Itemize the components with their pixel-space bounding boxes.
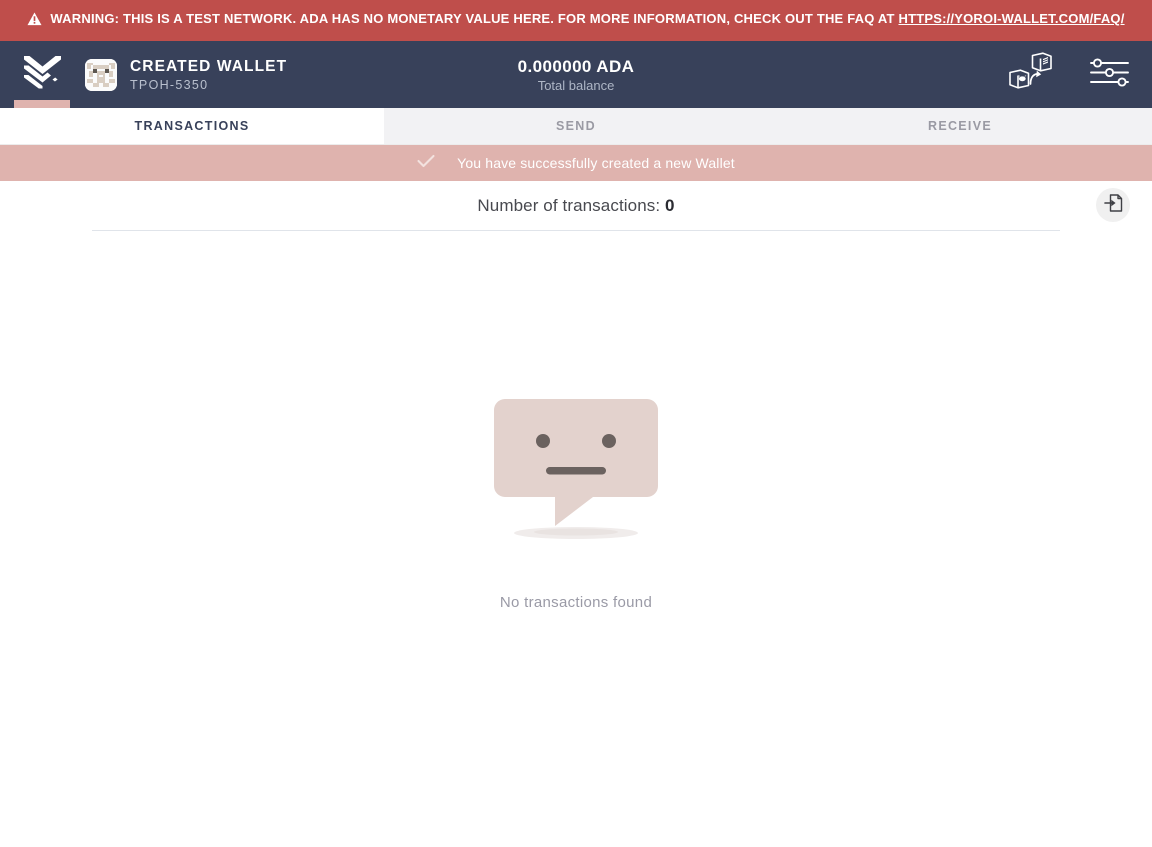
notification-message: You have successfully created a new Wall… (457, 155, 735, 171)
wallet-tabs: TRANSACTIONS SEND RECEIVE (0, 108, 1152, 145)
neutral-face-speech-bubble-icon (491, 396, 661, 546)
balance-amount: 0.000000 ADA (517, 56, 635, 76)
active-section-indicator (14, 100, 70, 108)
warning-text: WARNING: THIS IS A TEST NETWORK. ADA HAS… (50, 11, 899, 26)
transaction-count-value: 0 (665, 195, 675, 215)
warning-triangle-icon (27, 11, 42, 32)
switch-wallet-icon (1008, 51, 1053, 98)
export-transactions-button[interactable] (1096, 188, 1130, 222)
settings-sliders-icon (1089, 57, 1130, 92)
test-network-warning-banner: WARNING: THIS IS A TEST NETWORK. ADA HAS… (0, 0, 1152, 41)
wallet-name: CREATED WALLET (130, 57, 288, 75)
header-actions (1008, 41, 1130, 108)
transaction-count-row: Number of transactions: 0 (0, 181, 1152, 230)
tab-receive[interactable]: RECEIVE (768, 108, 1152, 144)
yoroi-logo-button[interactable] (0, 41, 85, 108)
transactions-panel: Number of transactions: 0 No transaction… (0, 181, 1152, 836)
empty-state-message: No transactions found (499, 594, 653, 611)
transaction-count: Number of transactions: 0 (477, 196, 674, 216)
switch-wallet-button[interactable] (1008, 51, 1053, 98)
check-icon (417, 154, 435, 173)
settings-button[interactable] (1089, 57, 1130, 92)
transaction-count-label: Number of transactions: (477, 195, 661, 215)
wallet-ticker: TPOH-5350 (130, 77, 209, 92)
empty-transactions-state: No transactions found (0, 231, 1152, 611)
success-notification: You have successfully created a new Wall… (0, 145, 1152, 181)
export-document-icon (1103, 193, 1123, 218)
faq-link[interactable]: HTTPS://YOROI-WALLET.COM/FAQ/ (898, 11, 1124, 26)
wallet-summary[interactable]: CREATED WALLET TPOH-5350 (85, 58, 287, 92)
wallet-header: CREATED WALLET TPOH-5350 0.000000 ADA To… (0, 41, 1152, 108)
yoroi-logo-icon (24, 55, 61, 94)
balance-label: Total balance (537, 77, 615, 93)
tab-transactions[interactable]: TRANSACTIONS (0, 108, 384, 144)
tab-send[interactable]: SEND (384, 108, 768, 144)
wallet-identicon-avatar (85, 58, 117, 91)
